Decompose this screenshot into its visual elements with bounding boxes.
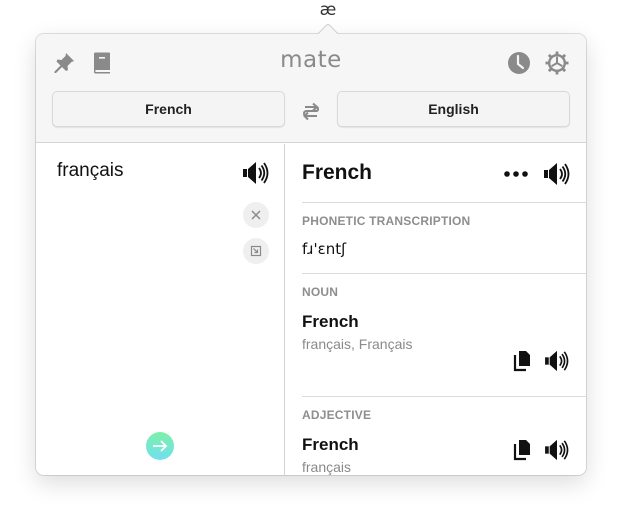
source-text-input[interactable]: français xyxy=(57,160,124,182)
swap-arrows-icon[interactable] xyxy=(300,99,322,121)
phonetic-label: PHONETIC TRANSCRIPTION xyxy=(302,214,471,228)
popover-arrow xyxy=(317,24,339,35)
entry-translations: français xyxy=(302,459,352,475)
translator-popover: mate French English français French PHON… xyxy=(36,34,586,475)
source-language-button[interactable]: French xyxy=(52,91,285,127)
divider xyxy=(302,273,586,274)
entry-word[interactable]: French xyxy=(302,312,359,332)
section-label-adjective: ADJECTIVE xyxy=(302,408,372,422)
clock-icon[interactable] xyxy=(507,51,531,75)
result-word: French xyxy=(302,161,373,184)
ellipsis-icon[interactable] xyxy=(502,164,530,184)
speaker-icon[interactable] xyxy=(544,439,570,461)
speaker-icon[interactable] xyxy=(543,162,571,186)
arrow-right-icon xyxy=(153,440,168,452)
menubar-app-icon[interactable]: æ xyxy=(311,0,345,22)
close-icon xyxy=(251,210,261,220)
entry-word[interactable]: French xyxy=(302,435,359,455)
divider xyxy=(302,202,586,203)
app-title: mate xyxy=(280,47,342,73)
speaker-icon[interactable] xyxy=(544,350,570,372)
divider xyxy=(302,396,586,397)
insert-icon xyxy=(250,245,262,257)
paste-button[interactable] xyxy=(243,238,269,264)
clear-button[interactable] xyxy=(243,202,269,228)
speaker-icon[interactable] xyxy=(242,161,270,185)
copy-icon[interactable] xyxy=(512,350,532,372)
entry-translations: français, Français xyxy=(302,336,413,352)
translate-button[interactable] xyxy=(146,432,174,460)
result-pane: French PHONETIC TRANSCRIPTION fɹ'ɛntʃ NO… xyxy=(286,144,586,475)
gear-icon[interactable] xyxy=(545,51,569,75)
header: mate French English xyxy=(36,34,586,143)
input-pane[interactable]: français xyxy=(36,144,285,475)
section-label-noun: NOUN xyxy=(302,285,339,299)
phonetic-transcription: fɹ'ɛntʃ xyxy=(302,240,347,258)
copy-icon[interactable] xyxy=(512,439,532,461)
target-language-button[interactable]: English xyxy=(337,91,570,127)
